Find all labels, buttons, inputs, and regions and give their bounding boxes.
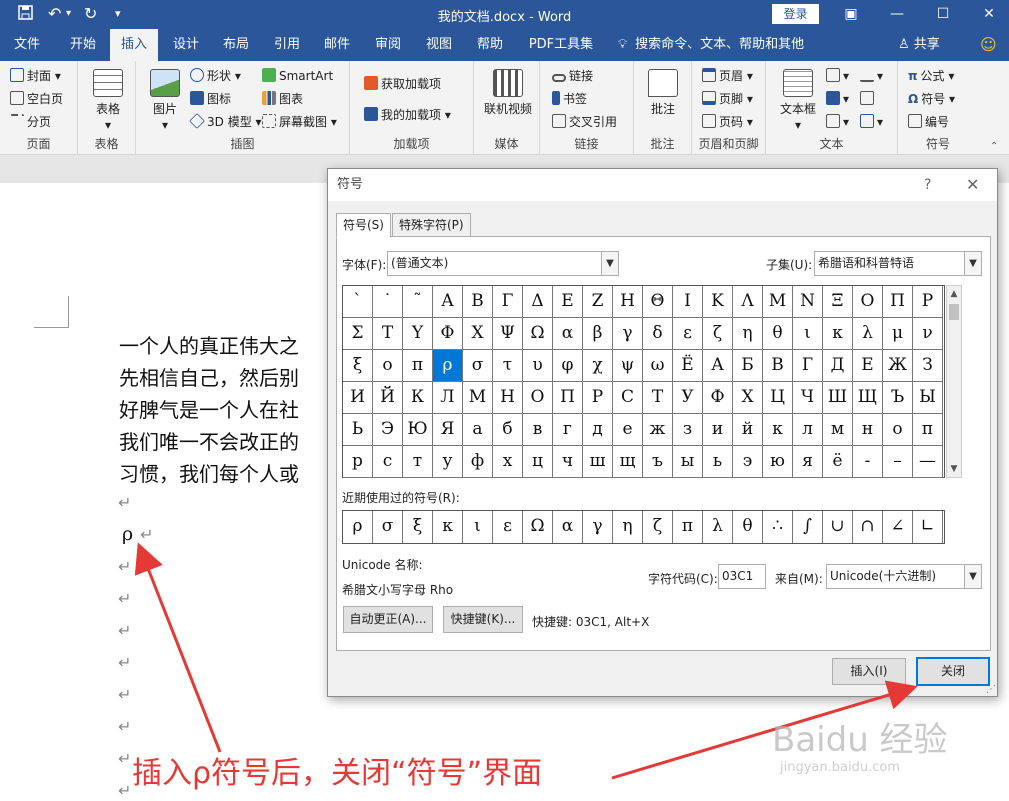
arrow-to-rho [134,542,222,753]
annotation-arrows [134,542,918,780]
annotation-caption: 插入ρ符号后，关闭“符号”界面 [132,756,543,791]
tab-symbols[interactable]: 符号(S) [336,213,391,238]
baidu-watermark: Baidu 经验 [772,720,948,760]
baidu-watermark-url: jingyan.baidu.com [780,760,900,775]
